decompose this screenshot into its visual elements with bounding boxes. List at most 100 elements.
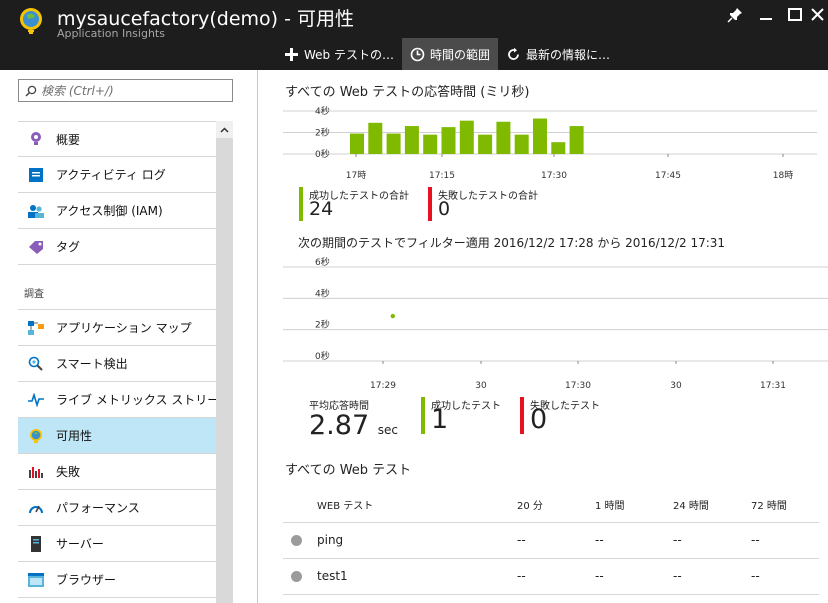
table-row[interactable]: test1 -- -- -- -- (283, 558, 819, 595)
x-tick-label: 30 (670, 381, 682, 391)
column-header-72h[interactable]: 72 時間 (751, 488, 819, 523)
table-cell: -- (751, 558, 819, 595)
sidebar-item-servers[interactable]: サーバー (18, 526, 216, 562)
y-tick-label: 6秒 (315, 256, 330, 268)
performance-icon (28, 500, 44, 516)
avg-response-tile[interactable]: 平均応答時間 2.87 sec (309, 397, 398, 444)
bar (350, 133, 364, 154)
bar (551, 142, 566, 154)
blade-header: mysaucefactory(demo) - 可用性 Application I… (0, 0, 828, 70)
sidebar-item-browser[interactable]: ブラウザー (18, 562, 216, 598)
sidebar-item-application-map[interactable]: アプリケーション マップ (18, 310, 216, 346)
x-tick-label: 17:30 (541, 171, 567, 181)
sidebar-item-label: パフォーマンス (56, 501, 140, 515)
add-web-test-button[interactable]: Web テストの… (276, 38, 402, 70)
time-range-button[interactable]: 時間の範囲 (401, 38, 498, 70)
minimize-icon[interactable] (755, 4, 777, 26)
sidebar-item-label: 概要 (56, 132, 81, 147)
bar (386, 133, 401, 154)
response-time-chart[interactable]: 4秒 2秒 0秒 17時 17:15 17:30 17:45 18時 (283, 103, 828, 183)
avg-response-unit: sec (377, 423, 398, 437)
menu-list: 概要 アクティビティ ログ アクセス制御 (IAM) タグ 調査 アプリケーショ… (18, 121, 231, 598)
sidebar-item-failures[interactable]: 失敗 (18, 454, 216, 490)
status-dot-icon (291, 571, 302, 582)
plus-icon (285, 47, 298, 61)
column-header-web-test[interactable]: WEB テスト (317, 488, 517, 523)
column-header-24h[interactable]: 24 時間 (673, 488, 751, 523)
app-map-icon (28, 320, 44, 336)
success-bar (299, 187, 303, 221)
data-point (390, 313, 395, 319)
sidebar-item-label: アプリケーション マップ (56, 321, 192, 335)
pin-icon[interactable] (724, 4, 746, 26)
resource-menu: 概要 アクティビティ ログ アクセス制御 (IAM) タグ 調査 アプリケー (0, 70, 258, 603)
y-tick-label: 0秒 (315, 148, 330, 160)
bar (496, 121, 511, 154)
avg-response-value-group: 2.87 sec (309, 412, 398, 444)
browser-icon (28, 572, 44, 588)
sidebar-item-activity-log[interactable]: アクティビティ ログ (18, 157, 216, 193)
refresh-button[interactable]: 最新の情報に… (498, 38, 618, 70)
x-tick-label: 17時 (346, 170, 366, 181)
maximize-icon[interactable] (784, 4, 806, 26)
bar (514, 134, 529, 154)
bar (533, 118, 547, 154)
users-icon (28, 203, 44, 219)
availability-blade: すべての Web テストの応答時間 (ミリ秒) 4秒 2秒 0秒 17時 17:15 17… (259, 70, 828, 603)
web-tests-table: WEB テスト 20 分 1 時間 24 時間 72 時間 ping -- --… (283, 488, 819, 595)
bar (478, 134, 493, 154)
sidebar-item-label: 失敗 (56, 465, 81, 479)
column-header-20min[interactable]: 20 分 (517, 488, 595, 523)
y-tick-label: 4秒 (315, 105, 330, 117)
sidebar-item-tags[interactable]: タグ (18, 229, 216, 265)
sidebar-item-live-metrics[interactable]: ライブ メトリックス ストリーム (18, 382, 231, 418)
bar (404, 126, 419, 154)
sidebar-item-overview[interactable]: 概要 (18, 121, 216, 157)
bar (423, 134, 438, 154)
period-failed-value: 0 (530, 404, 548, 435)
period-passed-value: 1 (431, 404, 449, 435)
chevron-up-icon (220, 126, 229, 133)
column-header-1h[interactable]: 1 時間 (595, 488, 673, 523)
x-tick-label: 18時 (773, 170, 793, 181)
response-chart-title[interactable]: すべての Web テストの応答時間 (ミリ秒) (285, 81, 529, 100)
command-bar: Web テストの… 時間の範囲 最新の情報に… (276, 38, 618, 70)
time-range-label: 時間の範囲 (429, 47, 490, 62)
activity-log-icon (28, 167, 44, 183)
web-tests-title: すべての Web テスト (285, 463, 412, 478)
table-cell: -- (673, 558, 751, 595)
sidebar-item-iam[interactable]: アクセス制御 (IAM) (18, 193, 216, 229)
sidebar-item-availability[interactable]: 可用性 (18, 418, 216, 454)
refresh-icon (508, 47, 519, 60)
x-tick-label: 17:29 (370, 381, 396, 391)
table-cell: -- (595, 558, 673, 595)
close-icon[interactable] (807, 4, 828, 26)
bar (368, 122, 383, 154)
smart-detection-icon (28, 356, 44, 372)
sidebar-item-label: 可用性 (56, 429, 93, 443)
failed-total-label: 失敗したテストの合計 (438, 191, 538, 202)
y-tick-label: 4秒 (315, 287, 330, 299)
x-tick-label: 17:31 (760, 381, 786, 391)
failure-bar (428, 187, 432, 221)
sidebar-item-label: ライブ メトリックス ストリーム (56, 393, 231, 407)
scroll-up-button[interactable] (216, 121, 233, 138)
x-tick-label: 17:30 (565, 381, 591, 391)
add-web-test-label: Web テストの… (304, 47, 394, 62)
sidebar-item-smart-detection[interactable]: スマート検出 (18, 346, 216, 382)
menu-search-box[interactable] (18, 79, 233, 102)
bar (441, 127, 456, 154)
failures-chart-icon (28, 464, 44, 480)
sidebar-item-performance[interactable]: パフォーマンス (18, 490, 216, 526)
sidebar-item-label: ブラウザー (56, 573, 117, 587)
sidebar-item-label: サーバー (56, 537, 104, 551)
search-input[interactable] (41, 82, 227, 99)
table-cell: -- (751, 522, 819, 559)
server-icon (28, 535, 44, 552)
table-row[interactable]: ping -- -- -- -- (283, 522, 819, 559)
web-test-name: test1 (317, 558, 517, 595)
table-header-row: WEB テスト 20 分 1 時間 24 時間 72 時間 (283, 488, 819, 523)
menu-scrollbar[interactable] (216, 121, 233, 603)
filtered-response-chart[interactable]: 6秒 4秒 2秒 0秒 17:29 30 17:30 30 17:31 (283, 254, 828, 394)
response-time-chart-svg: 4秒 2秒 0秒 17時 17:15 17:30 17:45 18時 (283, 105, 817, 181)
